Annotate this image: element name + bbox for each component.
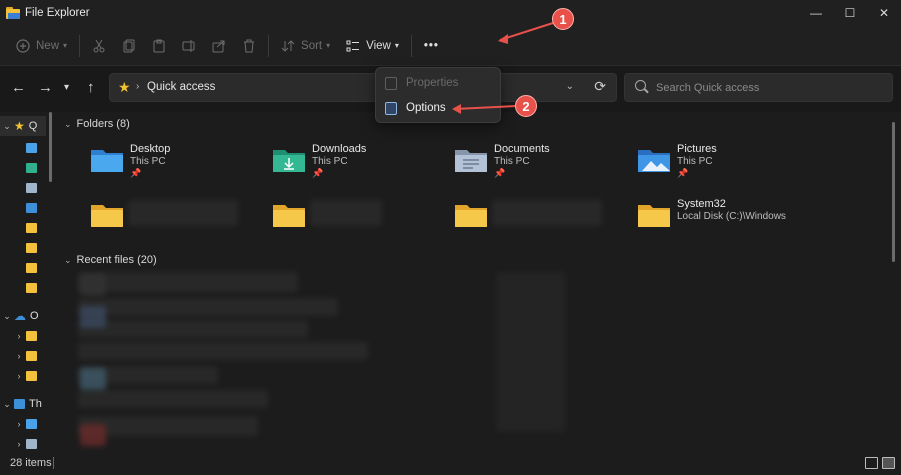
- annotation-arrowhead-2: [452, 104, 461, 114]
- annotation-arrow-2: [454, 105, 517, 110]
- annotation-badge-1: 1: [552, 8, 574, 30]
- annotation-badge-2: 2: [515, 95, 537, 117]
- annotation-overlay: [452, 22, 554, 114]
- annotation-arrowhead-1: [498, 34, 508, 44]
